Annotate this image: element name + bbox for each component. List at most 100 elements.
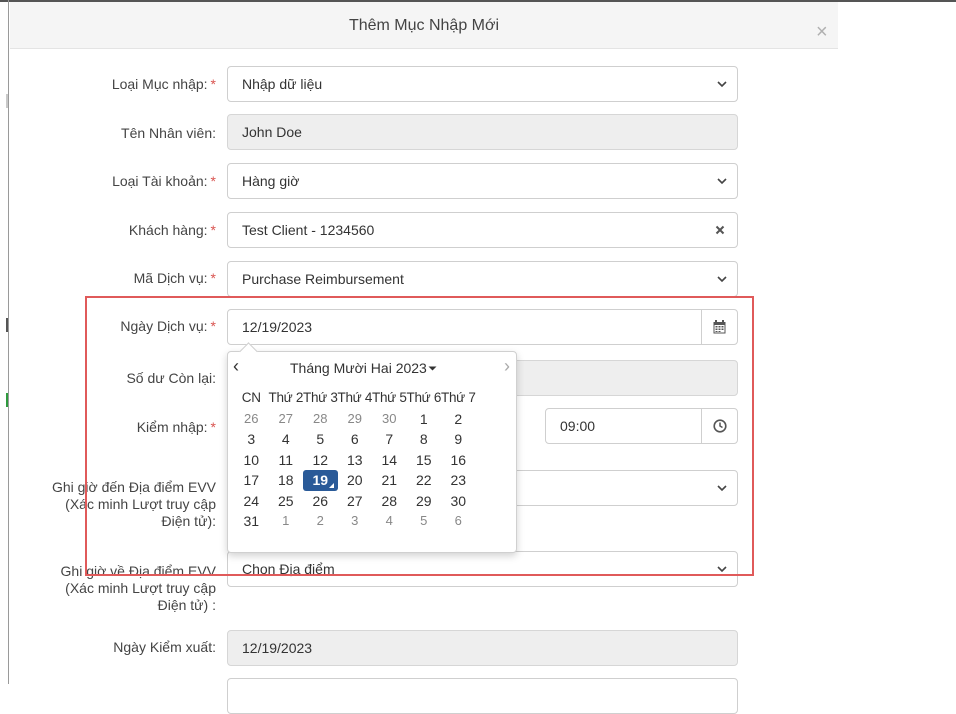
calendar-day-other-month[interactable]: 29 [338, 409, 373, 430]
service-date-label: Ngày Dịch vụ: * [120, 318, 216, 334]
calendar-day-other-month[interactable]: 4 [372, 511, 407, 532]
evv-departure-label: Ghi giờ về Địa điểm EVV (Xác minh Lượt t… [60, 563, 216, 613]
calendar-day[interactable]: 27 [338, 491, 373, 512]
calendar-day-other-month[interactable]: 2 [303, 511, 338, 532]
service-code-label: Mã Dịch vụ: * [133, 270, 216, 286]
employee-name-label: Tên Nhân viên: [121, 125, 216, 141]
chevron-down-icon [717, 471, 727, 518]
calendar-day[interactable]: 10 [234, 450, 269, 471]
required-asterisk: * [210, 270, 216, 286]
calendar-day[interactable]: 9 [441, 429, 476, 450]
weekday-header: Thứ 2 [268, 390, 304, 405]
calendar-day-selected[interactable]: 19 [303, 470, 338, 491]
check-in-time-input[interactable]: 09:00 [545, 408, 738, 444]
required-asterisk: * [210, 318, 216, 334]
entry-type-label: Loại Mục nhập: * [111, 76, 216, 92]
calendar-day[interactable]: 25 [269, 491, 304, 512]
calendar-icon [713, 320, 726, 334]
account-type-label: Loại Tài khoản: * [112, 173, 216, 189]
calendar-day[interactable]: 5 [303, 429, 338, 450]
service-code-select[interactable]: Purchase Reimbursement [227, 261, 738, 297]
month-switch[interactable]: Tháng Mười Hai 2023 [290, 360, 437, 376]
calendar-day[interactable]: 11 [269, 450, 304, 471]
entry-type-select[interactable]: Nhập dữ liệu [227, 66, 738, 102]
next-month-button[interactable]: › [504, 356, 510, 377]
weekday-header: Thứ 7 [441, 390, 476, 405]
calendar-day[interactable]: 14 [372, 450, 407, 471]
weekday-header: Thứ 3 [303, 390, 338, 405]
calendar-day[interactable]: 23 [441, 470, 476, 491]
close-icon[interactable]: × [816, 22, 828, 42]
chevron-down-icon [717, 552, 727, 599]
calendar-day-other-month[interactable]: 28 [303, 409, 338, 430]
calendar-button[interactable] [701, 309, 737, 345]
evv-departure-placeholder: Chọn Địa điểm [242, 561, 335, 577]
check-out-date-field: 12/19/2023 [227, 630, 738, 666]
datepicker-header: ‹ Tháng Mười Hai 2023 › [228, 356, 516, 380]
check-out-date-label: Ngày Kiểm xuất: [113, 639, 216, 655]
calendar-day[interactable]: 16 [441, 450, 476, 471]
required-asterisk: * [210, 76, 216, 92]
month-title: Tháng Mười Hai 2023 [290, 360, 427, 376]
calendar-day[interactable]: 29 [407, 491, 442, 512]
evv-departure-select[interactable]: Chọn Địa điểm [227, 551, 738, 587]
calendar-day-other-month[interactable]: 30 [372, 409, 407, 430]
calendar-day[interactable]: 15 [407, 450, 442, 471]
calendar-day-other-month[interactable]: 27 [269, 409, 304, 430]
calendar-day[interactable]: 6 [338, 429, 373, 450]
calendar-day[interactable]: 26 [303, 491, 338, 512]
calendar-day[interactable]: 17 [234, 470, 269, 491]
modal-title: Thêm Mục Nhập Mới [348, 17, 500, 34]
calendar-day[interactable]: 7 [372, 429, 407, 450]
calendar-day[interactable]: 21 [372, 470, 407, 491]
calendar-day-other-month[interactable]: 1 [269, 511, 304, 532]
calendar-week-row: 3456789 [234, 429, 476, 450]
background-edge-mark [6, 94, 8, 108]
next-field[interactable] [227, 678, 738, 714]
account-type-select[interactable]: Hàng giờ [227, 163, 738, 199]
calendar-day[interactable]: 30 [441, 491, 476, 512]
calendar-day[interactable]: 2 [441, 409, 476, 430]
evv-arrival-label: Ghi giờ đến Địa điểm EVV (Xác minh Lượt … [51, 479, 216, 529]
prev-month-button[interactable]: ‹ [233, 356, 239, 377]
clock-icon [712, 419, 727, 433]
client-select[interactable]: Test Client - 1234560 [227, 212, 738, 248]
weekday-header: Thứ 6 [406, 390, 442, 405]
calendar-week-row: 26 27 28 29 30 1 2 [234, 409, 476, 430]
background-edge-mark [6, 318, 8, 332]
service-date-value: 12/19/2023 [242, 319, 313, 335]
employee-name-value: John Doe [242, 124, 302, 140]
calendar-day[interactable]: 20 [338, 470, 373, 491]
calendar-day[interactable]: 28 [372, 491, 407, 512]
calendar-day[interactable]: 13 [338, 450, 373, 471]
caret-down-icon [428, 366, 437, 371]
calendar-week-row: 10 11 12 13 14 15 16 [234, 450, 476, 471]
calendar-day[interactable]: 22 [407, 470, 442, 491]
calendar-day[interactable]: 1 [407, 409, 442, 430]
chevron-down-icon [717, 164, 727, 211]
calendar-day[interactable]: 3 [234, 429, 269, 450]
datepicker-popup: ‹ Tháng Mười Hai 2023 › CN Thứ 2 Thứ 3 Thứ … [227, 342, 517, 553]
calendar-day[interactable]: 31 [234, 511, 269, 532]
entry-type-value: Nhập dữ liệu [242, 76, 323, 92]
calendar-day[interactable]: 4 [269, 429, 304, 450]
clock-button[interactable] [701, 408, 737, 444]
calendar-day[interactable]: 18 [269, 470, 304, 491]
clear-icon[interactable] [715, 213, 725, 260]
chevron-down-icon [717, 262, 727, 309]
weekday-header: Thứ 4 [337, 390, 373, 405]
calendar-day[interactable]: 8 [407, 429, 442, 450]
check-in-label: Kiểm nhập: * [136, 419, 216, 435]
calendar-day-other-month[interactable]: 26 [234, 409, 269, 430]
calendar-day-other-month[interactable]: 6 [441, 511, 476, 532]
calendar-day[interactable]: 12 [303, 450, 338, 471]
modal-header: Thêm Mục Nhập Mới × [10, 2, 838, 49]
check-in-time-value: 09:00 [560, 418, 596, 434]
client-label: Khách hàng: * [128, 222, 216, 238]
calendar-day-other-month[interactable]: 5 [407, 511, 442, 532]
employee-name-field: John Doe [227, 114, 738, 150]
calendar-day-other-month[interactable]: 3 [338, 511, 373, 532]
window-left-border [8, 0, 9, 684]
service-date-input[interactable]: 12/19/2023 [227, 309, 738, 345]
calendar-day[interactable]: 24 [234, 491, 269, 512]
